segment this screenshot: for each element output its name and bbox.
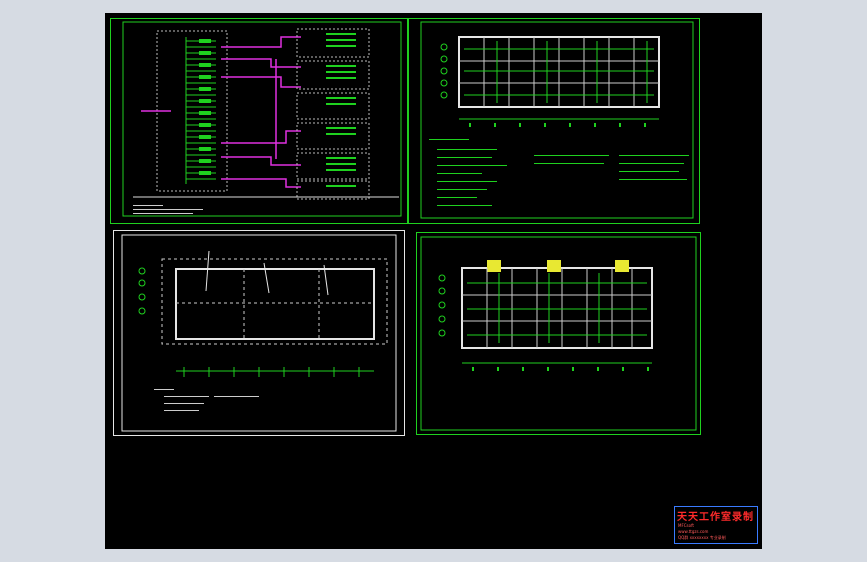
roof-plan-graphic	[121, 234, 397, 432]
floor-plan-bottom-graphic	[420, 236, 697, 431]
stamp-line-3: QQ群 xxxxxxxx 专业录制	[678, 535, 726, 540]
floor-plan-top-graphic	[420, 21, 694, 219]
stamp-line-2: www.ttgzs.com	[678, 529, 709, 534]
stamp-title: 天天工作室录制	[677, 512, 754, 523]
cad-model-space[interactable]: 天天工作室录制 MFCsoft www.ttgzs.com QQ群 xxxxxx…	[105, 13, 762, 549]
drawing-sheet-floor-plan-bottom[interactable]	[416, 232, 701, 435]
stamp-line-1: MFCsoft	[678, 523, 694, 528]
drawing-sheet-riser-diagram[interactable]	[110, 18, 408, 224]
riser-diagram-graphic	[122, 21, 402, 217]
drawing-sheet-roof-plan[interactable]	[113, 230, 405, 436]
drawing-sheet-floor-plan-top[interactable]	[408, 18, 700, 224]
watermark-stamp: 天天工作室录制 MFCsoft www.ttgzs.com QQ群 xxxxxx…	[674, 506, 758, 544]
